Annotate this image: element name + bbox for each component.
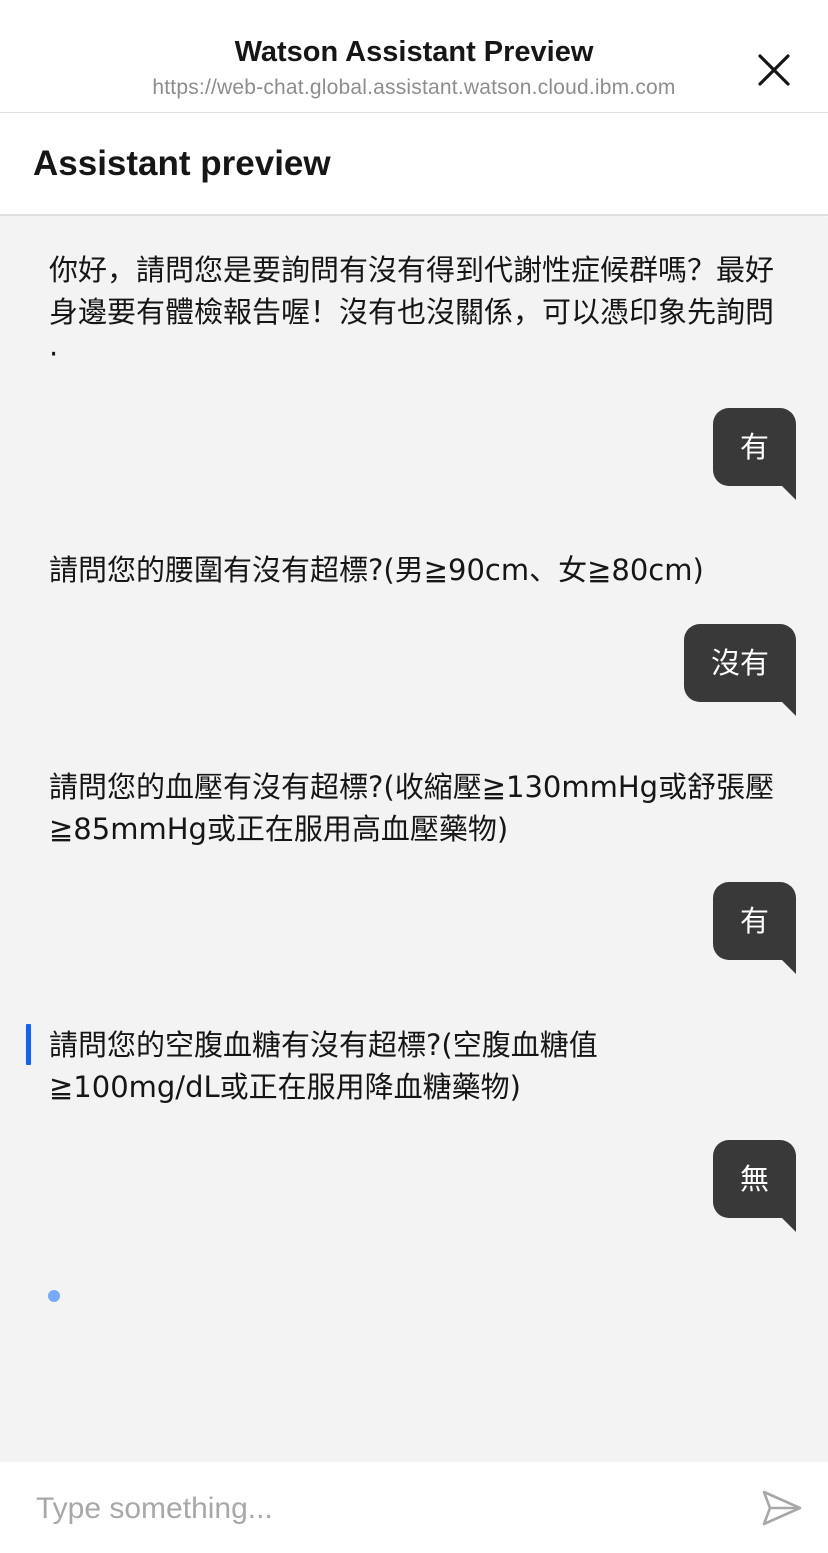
preview-window-header: Watson Assistant Preview https://web-cha… [0,0,828,113]
chat-transcript[interactable]: 你好，請問您是要詢問有沒有得到代謝性症候群嗎？最好身邊要有體檢報告喔！沒有也沒關… [0,217,828,1462]
send-icon [762,1490,802,1526]
message-input[interactable] [36,1484,716,1534]
bot-message-focused: 請問您的空腹血糖有沒有超標?(空腹血糖值≧100mg/dL或正在服用降血糖藥物) [26,1024,689,1108]
user-message: 沒有 [683,624,797,716]
window-title: Watson Assistant Preview [234,36,594,68]
panel-title: Assistant preview [33,144,331,183]
user-message: 無 [712,1140,797,1232]
bot-message: 你好，請問您是要詢問有沒有得到代謝性症候群嗎？最好身邊要有體檢報告喔！沒有也沒關… [49,253,775,371]
user-message: 有 [712,882,797,974]
send-button[interactable] [760,1488,804,1528]
assistant-panel-header: Assistant preview [0,114,828,216]
user-message: 有 [712,408,797,500]
close-button[interactable] [754,50,794,90]
bot-message: 請問您的血壓有沒有超標?(收縮壓≧130mmHg或舒張壓≧85mmHg或正在服用… [49,770,775,846]
typing-indicator [48,1290,60,1302]
bot-message: 請問您的腰圍有沒有超標?(男≧90cm、女≧80cm) [49,553,704,587]
close-icon [758,54,790,86]
window-url: https://web-chat.global.assistant.watson… [152,76,676,99]
message-input-bar [0,1462,828,1553]
